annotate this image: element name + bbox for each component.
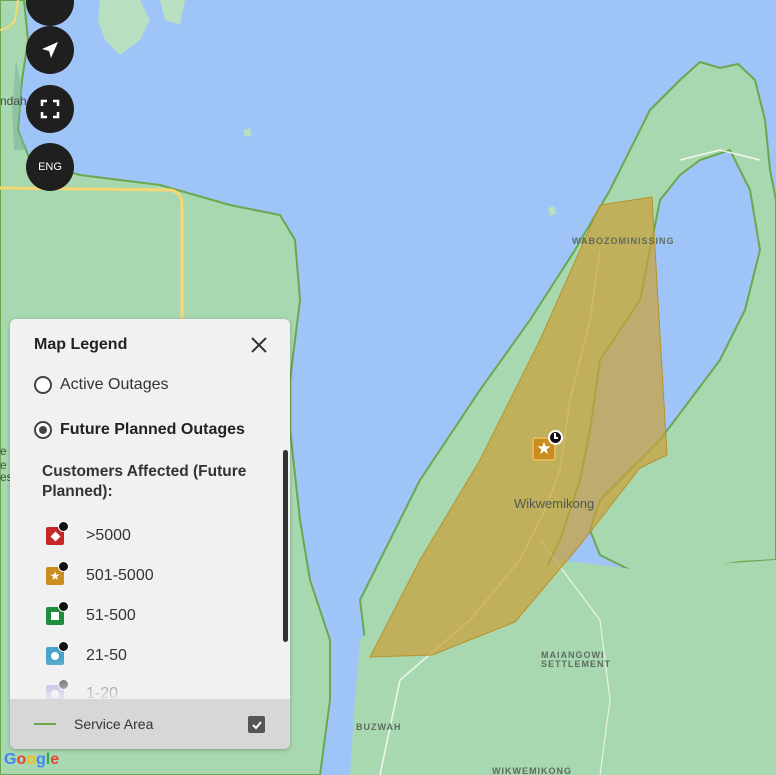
clock-icon: [58, 641, 69, 652]
radio-active-outages[interactable]: [34, 376, 52, 394]
navigation-arrow-icon: [42, 42, 58, 58]
close-icon: [251, 337, 267, 353]
legend-item-label: 51-500: [86, 607, 136, 624]
star-icon: ★: [46, 561, 69, 585]
checkmark-icon: [251, 720, 262, 729]
legend-item-501-5000: ★ 501-5000: [46, 561, 154, 585]
label-edge-1: e: [0, 444, 7, 458]
legend-item-gt5000: >5000: [46, 521, 131, 545]
fullscreen-icon: [40, 99, 60, 119]
clock-icon: [58, 561, 69, 572]
label-wikwemikong-town: Wikwemikong: [514, 496, 595, 511]
radio-future-planned-outages[interactable]: [34, 421, 52, 439]
service-area-checkbox[interactable]: [248, 716, 265, 733]
option-future-planned-outages[interactable]: Future Planned Outages: [34, 421, 245, 439]
label-wabozominissing: WABOZOMINISSING: [572, 236, 675, 246]
label-ndah: ndah: [0, 94, 27, 108]
legend-title: Map Legend: [34, 336, 128, 353]
google-logo: Google: [4, 751, 60, 768]
label-settlement: SETTLEMENT: [541, 659, 611, 669]
legend-scrollbar[interactable]: [283, 450, 288, 642]
label-wikwemikong-bottom: WIKWEMIKONG: [492, 766, 572, 775]
legend-item-label: >5000: [86, 527, 131, 544]
clock-icon: [548, 430, 563, 445]
language-button[interactable]: ENG: [26, 143, 74, 191]
option-label: Future Planned Outages: [60, 421, 245, 438]
scroll-fade: [10, 659, 282, 704]
service-area-line: [34, 723, 56, 725]
clock-icon: [58, 601, 69, 612]
clock-icon: [58, 521, 69, 532]
diamond-icon: [46, 521, 69, 545]
service-area-row: Service Area: [10, 699, 290, 749]
label-buzwah: BUZWAH: [356, 722, 402, 732]
option-label: Active Outages: [60, 376, 169, 393]
square-icon: [46, 601, 69, 625]
map-legend-panel: Map Legend Active Outages Future Planned…: [10, 319, 290, 749]
legend-item-51-500: 51-500: [46, 601, 136, 625]
service-area-label: Service Area: [74, 716, 154, 732]
locate-button[interactable]: [26, 26, 74, 74]
option-active-outages[interactable]: Active Outages: [34, 376, 169, 394]
legend-close-button[interactable]: [248, 334, 270, 356]
customers-affected-heading: Customers Affected (Future Planned):: [42, 463, 247, 500]
fullscreen-button[interactable]: [26, 85, 74, 133]
legend-item-label: 501-5000: [86, 567, 154, 584]
